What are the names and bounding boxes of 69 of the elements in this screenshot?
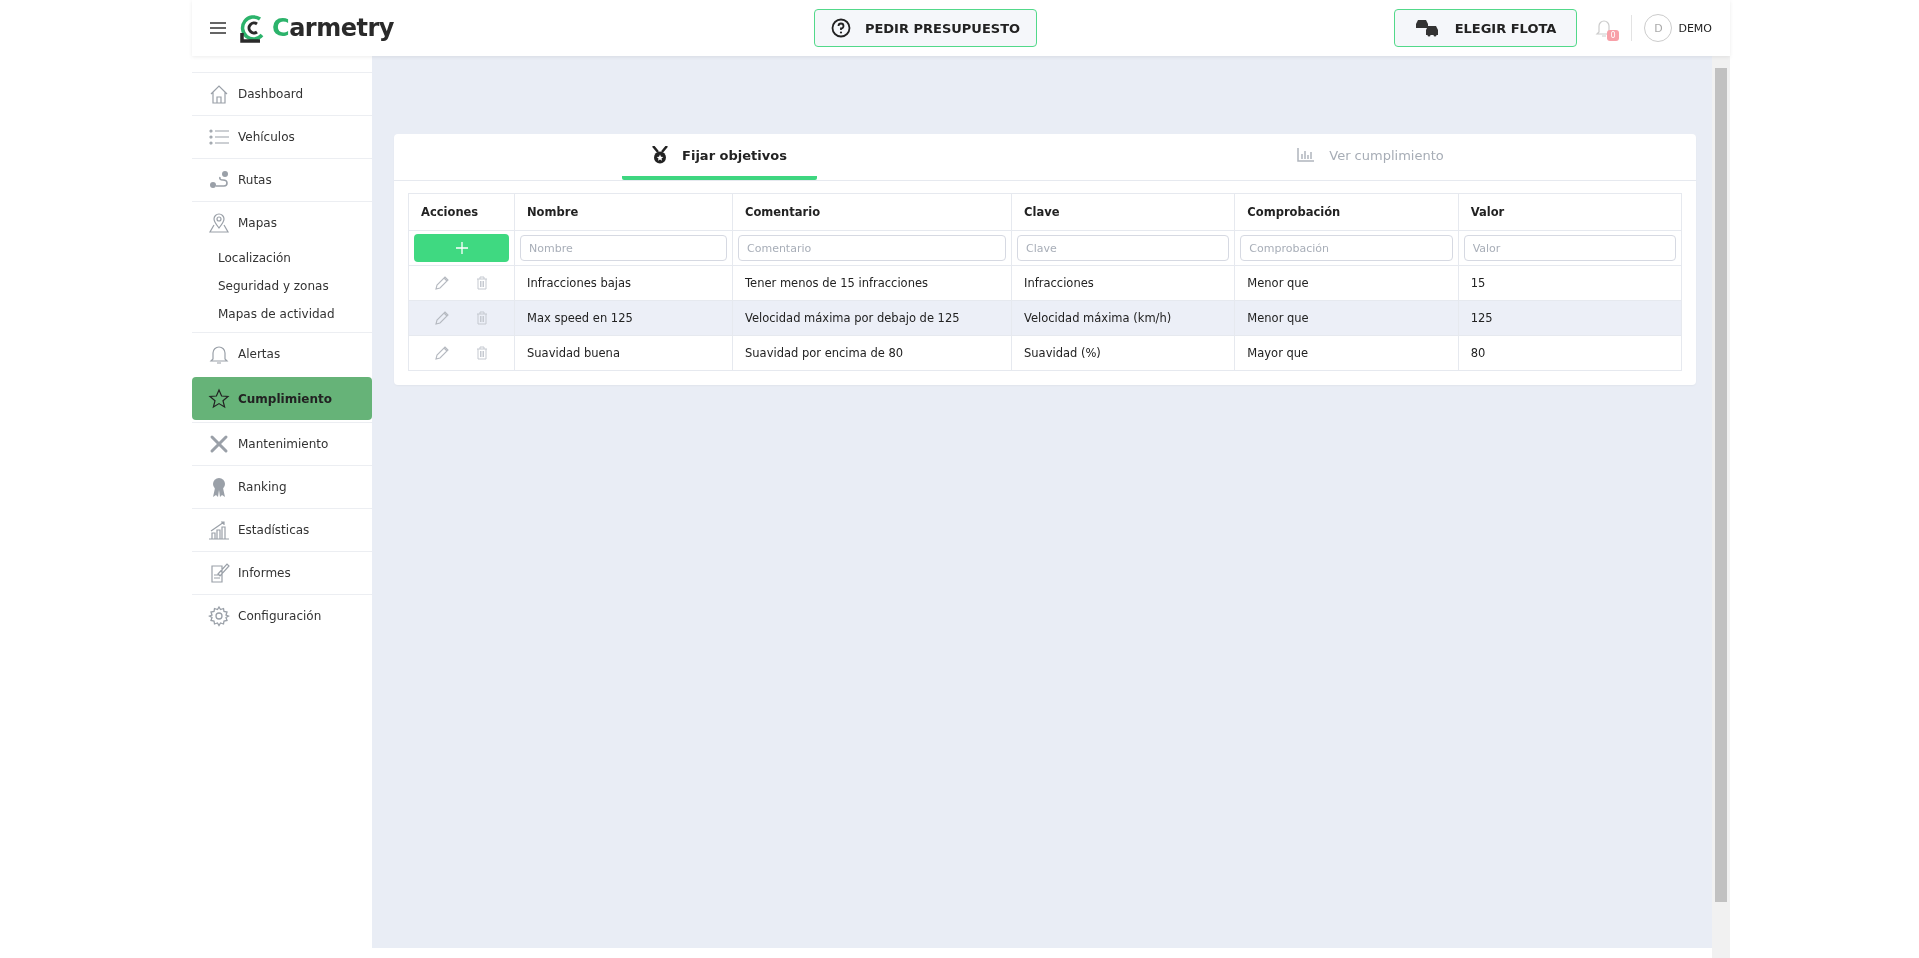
trash-icon[interactable] xyxy=(476,311,489,325)
table-cell: Max speed en 125 xyxy=(514,300,733,336)
menu-item-icon xyxy=(208,343,230,365)
menu-item-icon xyxy=(208,169,230,191)
notification-badge: 0 xyxy=(1607,30,1619,41)
fleet-button[interactable]: ELEGIR FLOTA xyxy=(1393,9,1578,47)
bar-chart-icon xyxy=(1297,148,1316,162)
filter-field[interactable]: Comentario xyxy=(738,235,1006,261)
sidebar-item[interactable]: Vehículos xyxy=(192,115,372,158)
column-header: Acciones xyxy=(408,193,515,231)
cars-icon xyxy=(1414,18,1441,38)
table-cell: Infracciones xyxy=(1011,265,1235,301)
pencil-icon[interactable] xyxy=(434,346,449,360)
table-cell: Infracciones bajas xyxy=(514,265,733,301)
table-cell: Tener menos de 15 infracciones xyxy=(732,265,1012,301)
sidebar-item[interactable]: Configuración xyxy=(192,594,372,637)
help-icon xyxy=(830,18,851,38)
sidebar-item[interactable]: Rutas xyxy=(192,158,372,201)
column-header: Clave xyxy=(1011,193,1235,231)
filter-field[interactable]: Valor xyxy=(1463,235,1676,261)
table-cell: 15 xyxy=(1458,265,1682,301)
filter-field[interactable]: Comprobación xyxy=(1240,235,1453,261)
sidebar-subitem[interactable]: Localización xyxy=(218,248,372,268)
table-cell: Mayor que xyxy=(1234,335,1459,371)
sidebar-item[interactable]: Informes xyxy=(192,551,372,594)
logo-text: Carmetry xyxy=(272,14,394,42)
sidebar-item[interactable]: Dashboard xyxy=(192,72,372,115)
menu-item-icon xyxy=(208,212,230,234)
sidebar-subitem[interactable]: Seguridad y zonas xyxy=(218,276,372,296)
user-name: DEMO xyxy=(1678,21,1712,35)
scrollbar[interactable] xyxy=(1712,56,1730,958)
column-header: Comentario xyxy=(732,193,1012,231)
menu-item-icon xyxy=(208,519,230,541)
plus-icon xyxy=(455,242,468,254)
sidebar-item[interactable]: Mapas xyxy=(192,201,372,244)
table-cell: 125 xyxy=(1458,300,1682,336)
table-cell: Suavidad por encima de 80 xyxy=(732,335,1012,371)
sidebar-item[interactable]: Alertas xyxy=(192,332,372,375)
sidebar-subitem[interactable]: Mapas de actividad xyxy=(218,304,372,324)
add-button[interactable] xyxy=(414,234,509,262)
filter-field[interactable]: Clave xyxy=(1017,235,1230,261)
quote-button[interactable]: PEDIR PRESUPUESTO xyxy=(813,9,1038,47)
menu-icon[interactable] xyxy=(210,22,226,34)
trash-icon[interactable] xyxy=(476,346,489,360)
table-cell: Menor que xyxy=(1234,265,1459,301)
table-cell: Suavidad (%) xyxy=(1011,335,1235,371)
table-cell: 80 xyxy=(1458,335,1682,371)
trash-icon[interactable] xyxy=(476,276,489,290)
sidebar-item[interactable]: Estadísticas xyxy=(192,508,372,551)
pencil-icon[interactable] xyxy=(434,276,449,290)
menu-item-icon xyxy=(208,605,230,627)
column-header: Valor xyxy=(1458,193,1682,231)
filter-field[interactable]: Nombre xyxy=(520,235,727,261)
sidebar-item[interactable]: Ranking xyxy=(192,465,372,508)
pencil-icon[interactable] xyxy=(434,311,449,325)
menu-item-icon xyxy=(208,433,230,455)
table-cell: Velocidad máxima por debajo de 125 xyxy=(732,300,1012,336)
sidebar-item[interactable]: Mantenimiento xyxy=(192,422,372,465)
column-header: Comprobación xyxy=(1234,193,1459,231)
menu-item-icon xyxy=(208,562,230,584)
menu-item-icon xyxy=(208,83,230,105)
table-cell: Menor que xyxy=(1234,300,1459,336)
column-header: Nombre xyxy=(514,193,733,231)
medal-icon xyxy=(652,146,669,164)
sidebar-item[interactable]: Cumplimiento xyxy=(192,377,372,420)
table-cell: Suavidad buena xyxy=(514,335,733,371)
tab[interactable]: Fijar objetivos xyxy=(622,134,817,180)
table-cell: Velocidad máxima (km/h) xyxy=(1011,300,1235,336)
menu-item-icon xyxy=(208,388,230,410)
